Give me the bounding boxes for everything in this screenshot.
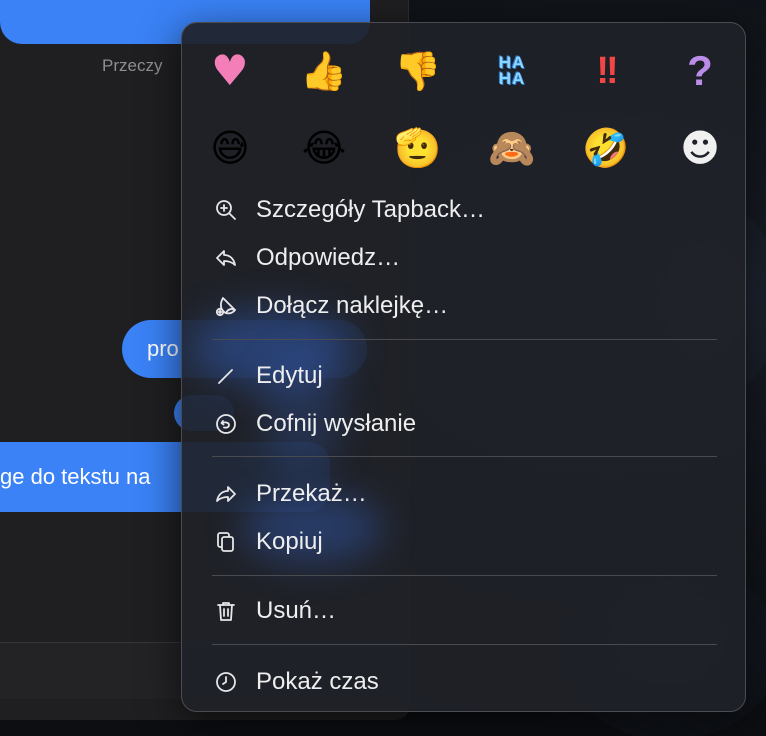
menu-item-show-time[interactable]: Pokaż czas [212,662,717,702]
menu-separator [212,339,717,340]
menu-item-copy[interactable]: Kopiuj [212,522,717,562]
thumbs-down-icon[interactable]: 👎 [393,46,443,96]
trash-icon [212,597,240,625]
menu-item-label: Usuń… [256,597,337,624]
menu-item-label: Przekaż… [256,480,367,507]
message-text: pro [147,336,179,361]
menu-item-undo-send[interactable]: Cofnij wysłanie [212,404,717,444]
tapback-row: ♥ 👍 👎 HA HA !! ? [205,46,725,96]
heart-icon[interactable]: ♥ [205,46,255,96]
haha-line: HA [498,69,526,88]
thumbs-up-icon[interactable]: 👍 [299,46,349,96]
add-emoji-icon[interactable]: ☻ [675,123,725,173]
grinning-sweat-emoji-icon[interactable]: 😅 [205,123,255,173]
menu-item-reply[interactable]: Odpowiedz… [212,238,717,278]
menu-item-tapback-details[interactable]: Szczegóły Tapback… [212,190,717,230]
message-text: ge do tekstu na [0,464,151,489]
tapback-row: 😅 😂 🫡 🙈 🤣 ☻ [205,123,725,173]
menu-item-delete[interactable]: Usuń… [212,591,717,631]
reply-arrow-icon [212,244,240,272]
pencil-icon [212,362,240,390]
menu-item-label: Odpowiedz… [256,244,401,271]
question-mark-icon[interactable]: ? [675,46,725,96]
message-context-menu: ♥ 👍 👎 HA HA !! ? 😅 😂 🫡 🙈 🤣 ☻ Szczegóły T… [181,22,746,712]
menu-item-label: Kopiuj [256,528,323,555]
menu-separator [212,456,717,457]
sticker-add-icon [212,292,240,320]
rolling-laughing-emoji-icon[interactable]: 🤣 [581,123,631,173]
forward-arrow-icon [212,480,240,508]
menu-separator [212,644,717,645]
menu-separator [212,575,717,576]
copy-documents-icon [212,528,240,556]
see-no-evil-emoji-icon[interactable]: 🙈 [487,123,537,173]
read-receipt-label: Przeczy [102,56,163,75]
menu-item-attach-sticker[interactable]: Dołącz naklejkę… [212,286,717,326]
menu-item-label: Pokaż czas [256,668,379,695]
double-exclamation-icon[interactable]: !! [581,46,631,96]
menu-item-label: Dołącz naklejkę… [256,292,449,319]
zoom-in-icon [212,196,240,224]
clock-icon [212,668,240,696]
menu-item-label: Szczegóły Tapback… [256,196,486,223]
menu-item-edit[interactable]: Edytuj [212,356,717,396]
menu-item-label: Cofnij wysłanie [256,410,417,437]
undo-circle-icon [212,410,240,438]
menu-item-label: Edytuj [256,362,323,389]
tears-of-joy-emoji-icon[interactable]: 😂 [299,123,349,173]
menu-item-forward[interactable]: Przekaż… [212,474,717,514]
haha-icon[interactable]: HA HA [487,46,537,96]
saluting-face-emoji-icon[interactable]: 🫡 [393,123,443,173]
